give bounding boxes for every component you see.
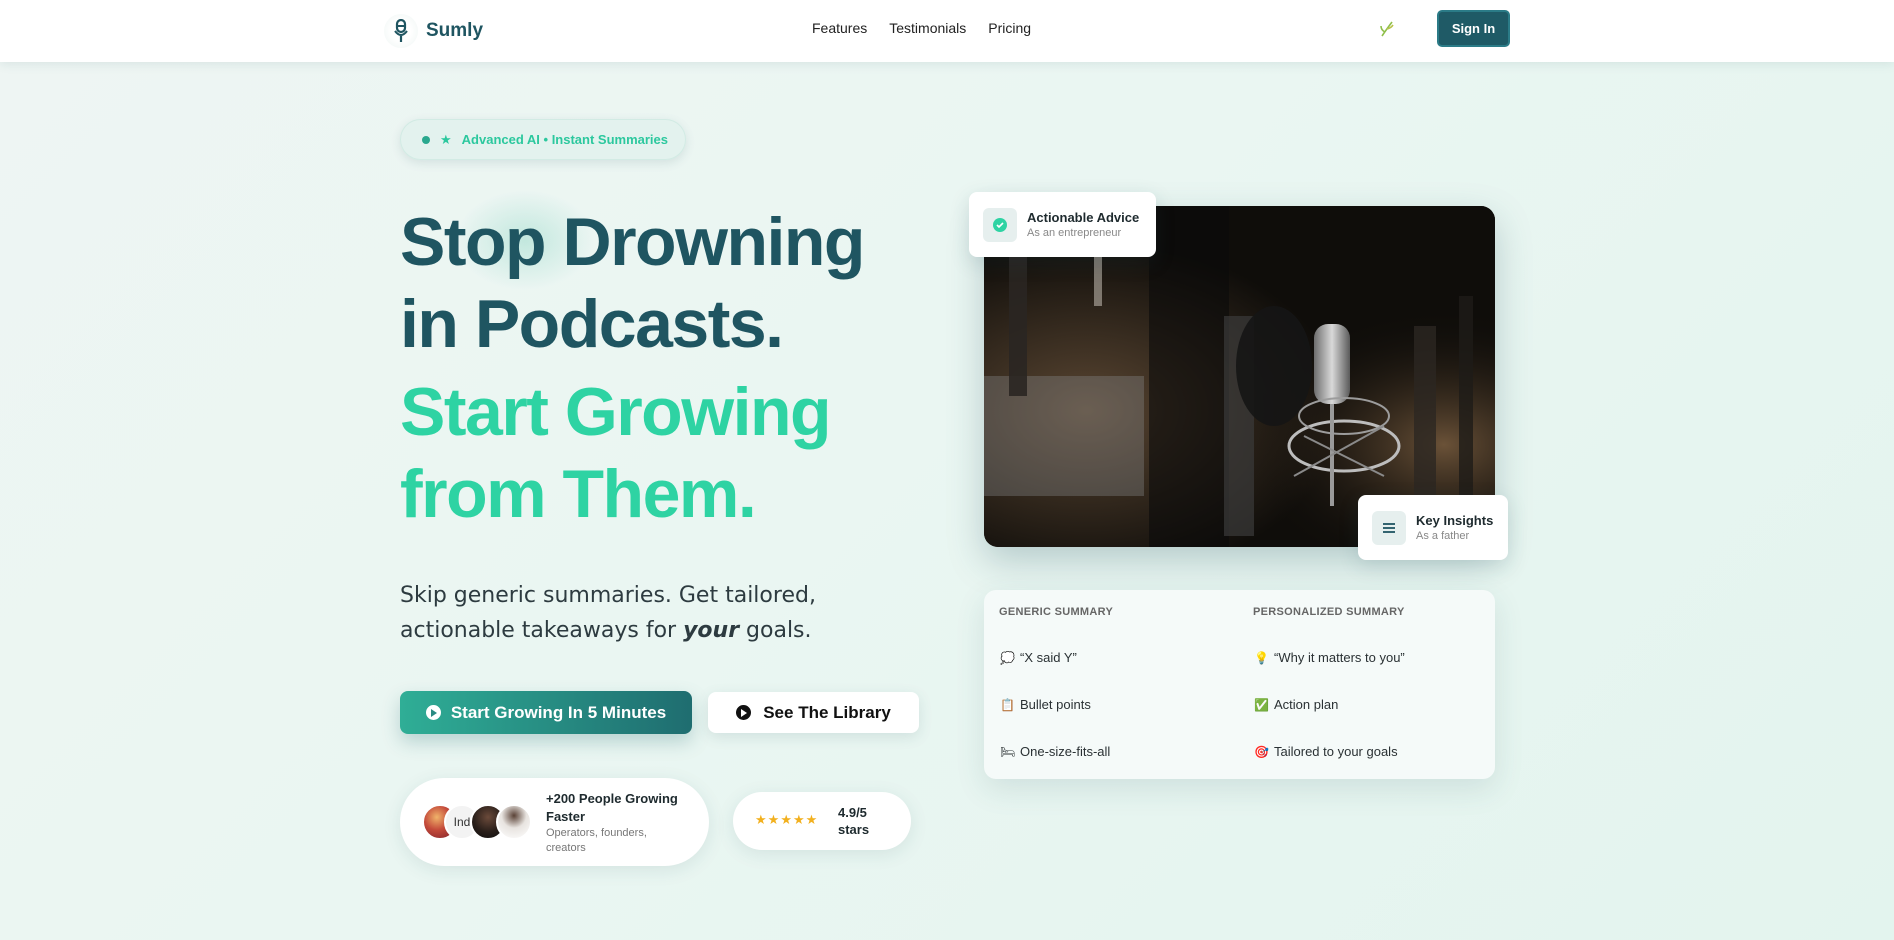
generic-row-text: “X said Y”: [1020, 650, 1077, 665]
thought-bubble-icon: 💭: [1000, 650, 1015, 665]
generic-summary-header: GENERIC SUMMARY: [999, 606, 1114, 618]
nav-link-testimonials[interactable]: Testimonials: [889, 20, 966, 36]
generic-row-text: Bullet points: [1020, 697, 1091, 712]
star-icon: ★: [440, 131, 452, 147]
personalized-row-text: Action plan: [1274, 697, 1339, 712]
headline-line-2: in Podcasts.: [400, 286, 784, 362]
list-icon: [1372, 510, 1406, 545]
clipboard-icon: 📋: [1000, 697, 1015, 712]
headline-line-4: from Them.: [400, 456, 757, 532]
insights-title: Key Insights: [1416, 513, 1494, 528]
subtitle-emphasis: your: [683, 618, 740, 643]
rating-unit: stars: [838, 822, 870, 837]
main-nav: Features Testimonials Pricing: [812, 20, 1031, 36]
rating-card: ★ ★ ★ ★ ★ 4.9/5 stars: [733, 792, 911, 850]
sprout-icon[interactable]: [1376, 18, 1398, 40]
status-dot-icon: [422, 135, 430, 144]
start-growing-label: Start Growing In 5 Minutes: [450, 702, 667, 722]
advice-title: Actionable Advice: [1027, 210, 1140, 225]
rating-value: 4.9/5 stars: [838, 804, 898, 838]
insights-subtitle: As a father: [1416, 530, 1470, 542]
subtitle-text-end: goals.: [739, 618, 812, 643]
generic-row-text: One-size-fits-all: [1020, 744, 1111, 759]
avatar: [496, 804, 532, 840]
check-icon: [983, 207, 1017, 242]
hero-subtitle: Skip generic summaries. Get tailored, ac…: [400, 578, 920, 648]
social-proof-title: +200 People Growing Faster: [546, 791, 678, 824]
social-proof-subtitle: Operators, founders, creators: [546, 827, 647, 854]
personalized-row-text: “Why it matters to you”: [1274, 650, 1405, 665]
social-proof-card: Ind +200 People Growing Faster Operators…: [400, 778, 709, 866]
microphone-logo-icon: [384, 14, 418, 48]
play-icon: [736, 705, 752, 720]
generic-row: 📋 Bullet points: [1000, 697, 1091, 712]
generic-row: 🛏 One-size-fits-all: [1000, 744, 1110, 759]
key-insights-card: Key Insights As a father: [1358, 495, 1508, 560]
star-rating: ★ ★ ★ ★ ★: [755, 812, 817, 828]
avatar-stack: Ind: [422, 804, 532, 840]
see-library-button[interactable]: See The Library: [708, 692, 919, 733]
brand-name: Sumly: [426, 20, 484, 41]
personalized-summary-header: PERSONALIZED SUMMARY: [1253, 606, 1405, 618]
personalized-row-text: Tailored to your goals: [1274, 744, 1398, 759]
target-icon: 🎯: [1254, 744, 1269, 759]
top-navbar: Sumly Features Testimonials Pricing Sign…: [0, 0, 1894, 62]
actionable-advice-card: Actionable Advice As an entrepreneur: [969, 192, 1156, 257]
generic-row: 💭 “X said Y”: [1000, 650, 1077, 665]
star-icon: ★: [792, 812, 805, 827]
badge-text: Advanced AI • Instant Summaries: [461, 132, 669, 147]
star-icon: ★: [755, 812, 767, 827]
feature-badge: ★ Advanced AI • Instant Summaries: [400, 119, 686, 160]
headline-line-3: Start Growing: [400, 374, 832, 450]
rating-score: 4.9/5: [838, 805, 867, 820]
star-icon: ★: [805, 812, 818, 827]
see-library-label: See The Library: [763, 702, 891, 722]
play-icon: [425, 705, 441, 720]
checkmark-icon: ✅: [1254, 697, 1269, 712]
nav-link-pricing[interactable]: Pricing: [988, 20, 1031, 36]
star-icon: ★: [767, 812, 780, 827]
bed-icon: 🛏: [1000, 744, 1016, 759]
brand-logo[interactable]: Sumly: [384, 14, 483, 48]
personalized-row: ✅ Action plan: [1254, 697, 1338, 712]
start-growing-button[interactable]: Start Growing In 5 Minutes: [400, 691, 692, 734]
headline-line-1: Stop Drowning: [400, 204, 865, 280]
personalized-row: 🎯 Tailored to your goals: [1254, 744, 1398, 759]
personalized-row: 💡 “Why it matters to you”: [1254, 650, 1405, 665]
sign-in-button[interactable]: Sign In: [1437, 10, 1510, 47]
star-icon: ★: [780, 812, 792, 827]
advice-subtitle: As an entrepreneur: [1027, 227, 1122, 239]
nav-link-features[interactable]: Features: [812, 20, 867, 36]
lightbulb-icon: 💡: [1254, 650, 1269, 665]
